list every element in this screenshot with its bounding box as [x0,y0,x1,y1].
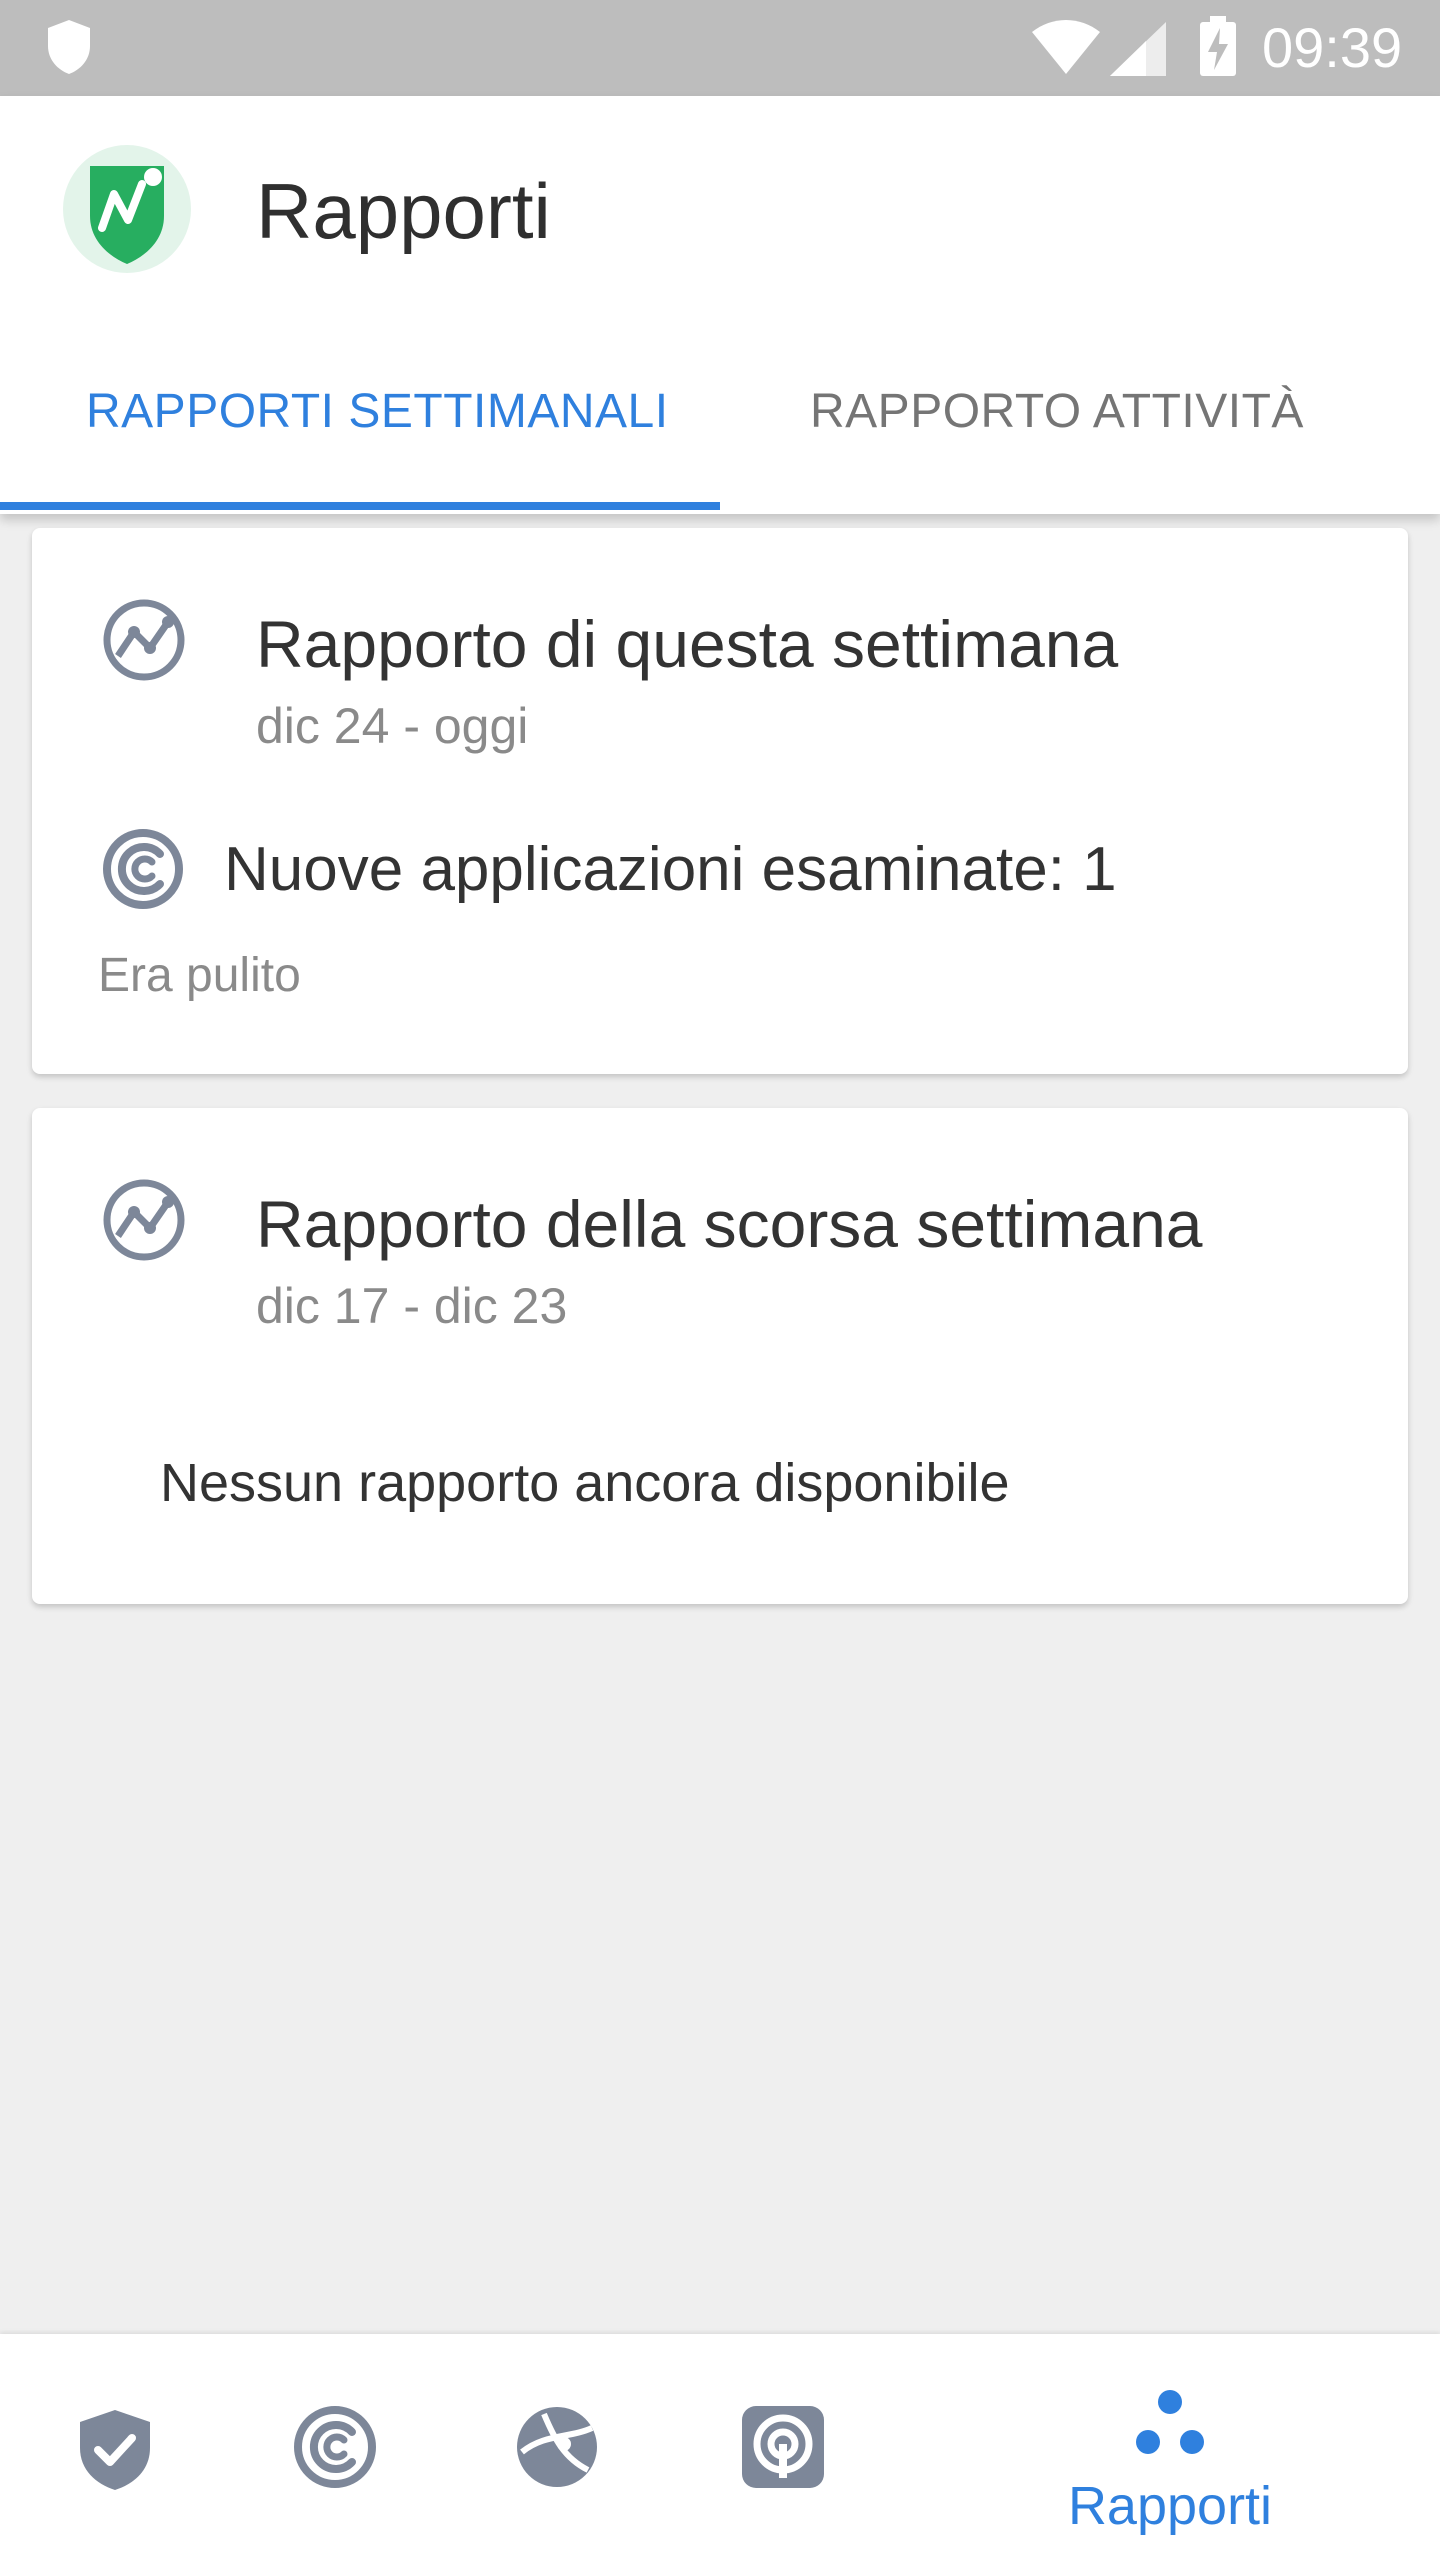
tab-activity-report-label: RAPPORTO ATTIVITÀ [810,385,1304,438]
battery-charging-icon [1198,16,1238,83]
tab-weekly-reports-label: RAPPORTI SETTIMANALI [86,385,669,438]
scan-summary: Nuove applicazioni esaminate: 1 [224,835,1117,904]
report-card-title: Rapporto di questa settimana [256,607,1119,681]
report-card-date: dic 17 - dic 23 [256,1278,568,1334]
reports-dots-icon [1136,2390,1204,2454]
nav-item-protection[interactable] [40,2334,190,2560]
tab-activity-report[interactable]: RAPPORTO ATTIVITÀ [720,382,1440,512]
report-card-date: dic 24 - oggi [256,698,529,754]
scan-icon [100,826,186,917]
scan-status: Era pulito [98,949,301,1002]
report-card-last-week[interactable]: Rapporto della scorsa settimana dic 17 -… [32,1108,1408,1604]
shield-check-icon [80,2410,150,2490]
signal-status-icon [1108,20,1168,83]
wifi-icon [742,2406,824,2488]
report-card-title: Rapporto della scorsa settimana [256,1187,1203,1261]
shield-status-icon [44,18,94,81]
browse-icon [517,2407,597,2487]
nav-item-scan[interactable] [260,2334,410,2560]
scan-icon [294,2406,376,2488]
nav-item-reports[interactable]: Rapporti [1020,2334,1320,2560]
tab-indicator [0,502,720,510]
app-bar: Rapporti RAPPORTI SETTIMANALI RAPPORTO A… [0,96,1440,514]
page-title: Rapporti [256,167,551,255]
report-chart-icon [100,1176,188,1269]
report-chart-icon [100,596,188,689]
bottom-nav: Rapporti [0,2334,1440,2560]
nav-item-wifi[interactable] [700,2334,860,2560]
status-bar: 09:39 [0,0,1440,96]
status-time: 09:39 [1262,16,1403,79]
report-card-this-week[interactable]: Rapporto di questa settimana dic 24 - og… [32,528,1408,1074]
tab-weekly-reports[interactable]: RAPPORTI SETTIMANALI [0,382,720,512]
empty-report-message: Nessun rapporto ancora disponibile [160,1453,1010,1513]
nav-item-browsing[interactable] [480,2334,630,2560]
nav-item-reports-label: Rapporti [1067,2476,1273,2536]
wifi-status-icon [1030,20,1102,81]
app-logo-icon [62,144,192,279]
